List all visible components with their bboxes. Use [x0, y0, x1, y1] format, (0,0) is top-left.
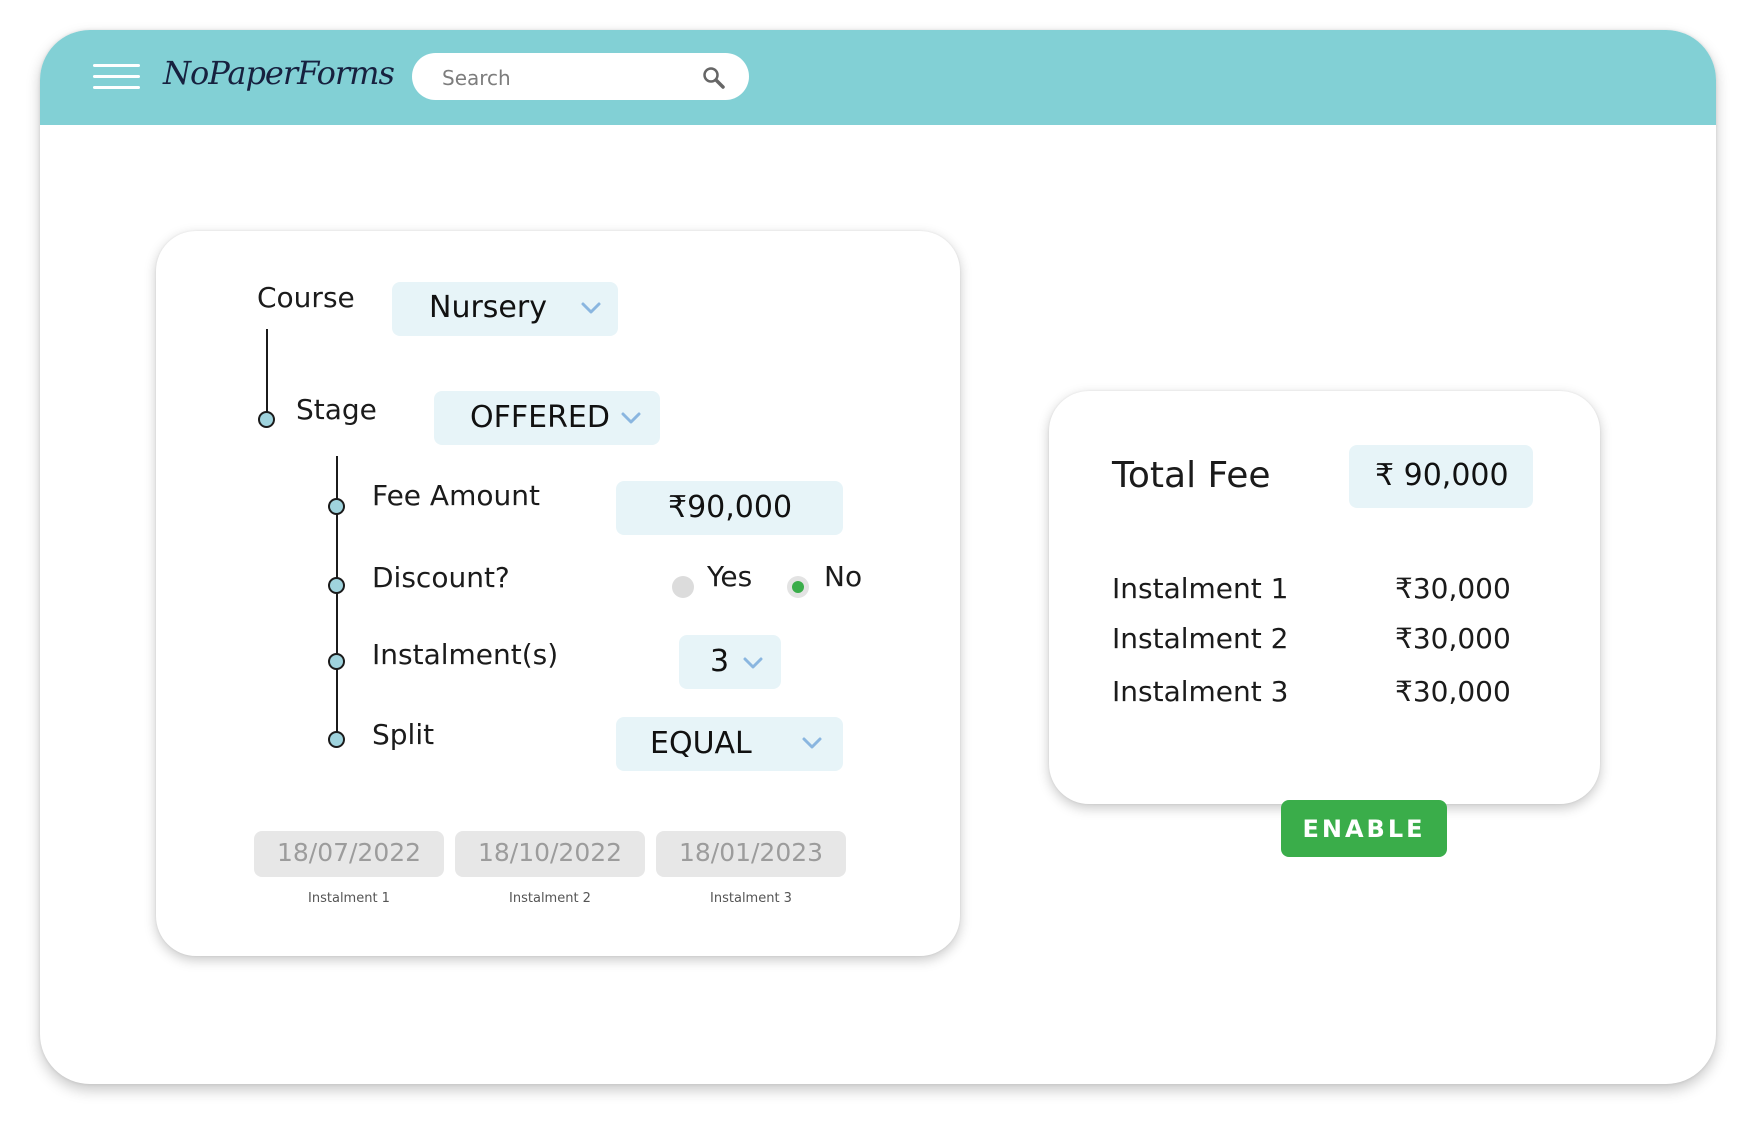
instalment-row-label: Instalment 1 [1112, 572, 1289, 605]
hamburger-menu-icon[interactable] [93, 64, 140, 90]
chevron-down-icon [743, 657, 763, 669]
fee-amount-field[interactable]: ₹90,000 [616, 481, 843, 535]
discount-no-label: No [824, 560, 863, 593]
chevron-down-icon [581, 302, 601, 314]
discount-no-radio[interactable] [787, 576, 809, 598]
enable-button[interactable]: ENABLE [1281, 800, 1447, 857]
search-box [412, 53, 749, 100]
fee-setup-card: Course Nursery Stage OFFERED Fee Amount … [156, 231, 960, 956]
total-fee-value: ₹ 90,000 [1375, 458, 1509, 493]
instalment-date-field[interactable]: 18/01/2023 [656, 831, 846, 877]
discount-yes-radio[interactable] [672, 576, 694, 598]
course-select[interactable]: Nursery [392, 282, 618, 336]
fee-amount-label: Fee Amount [372, 479, 540, 512]
logo: NoPaperForms [163, 54, 395, 92]
chevron-down-icon [621, 412, 641, 424]
tree-node [328, 653, 345, 670]
stage-label: Stage [296, 393, 377, 426]
instalment-date-caption: Instalment 3 [710, 891, 792, 906]
fee-summary-card: Total Fee ₹ 90,000 Instalment 1 ₹30,000 … [1049, 391, 1600, 804]
instalment-date-caption: Instalment 2 [509, 891, 591, 906]
tree-connector [266, 329, 268, 419]
instalment-row-value: ₹30,000 [1395, 622, 1511, 655]
radio-selected-dot [792, 581, 804, 593]
tree-node [328, 577, 345, 594]
instalment-row-value: ₹30,000 [1395, 675, 1511, 708]
instalments-label: Instalment(s) [372, 638, 559, 671]
instalments-select[interactable]: 3 [679, 635, 781, 689]
instalment-row-label: Instalment 3 [1112, 675, 1289, 708]
instalment-date-field[interactable]: 18/10/2022 [455, 831, 645, 877]
chevron-down-icon [802, 737, 822, 749]
course-value: Nursery [429, 290, 547, 325]
tree-node [328, 498, 345, 515]
app-window: NoPaperForms Course Nursery Stage OFFERE… [40, 30, 1716, 1084]
split-value: EQUAL [650, 726, 752, 761]
instalment-date-value: 18/01/2023 [678, 838, 824, 867]
instalment-date-value: 18/07/2022 [276, 838, 422, 867]
instalments-value: 3 [710, 644, 730, 679]
discount-yes-label: Yes [707, 560, 753, 593]
instalment-date-value: 18/10/2022 [477, 838, 623, 867]
instalment-date-caption: Instalment 1 [308, 891, 390, 906]
stage-select[interactable]: OFFERED [434, 391, 660, 445]
total-fee-label: Total Fee [1112, 455, 1271, 496]
tree-node [328, 731, 345, 748]
split-label: Split [372, 718, 435, 751]
instalment-row-label: Instalment 2 [1112, 622, 1289, 655]
stage-value: OFFERED [470, 400, 610, 435]
split-select[interactable]: EQUAL [616, 717, 843, 771]
discount-label: Discount? [372, 561, 510, 594]
search-icon[interactable] [702, 66, 726, 90]
fee-amount-value: ₹90,000 [668, 490, 793, 525]
tree-node [258, 411, 275, 428]
course-label: Course [257, 281, 355, 314]
search-input[interactable] [440, 64, 684, 92]
instalment-row-value: ₹30,000 [1395, 572, 1511, 605]
total-fee-value-box: ₹ 90,000 [1349, 445, 1533, 508]
top-bar: NoPaperForms [40, 30, 1716, 125]
instalment-date-field[interactable]: 18/07/2022 [254, 831, 444, 877]
